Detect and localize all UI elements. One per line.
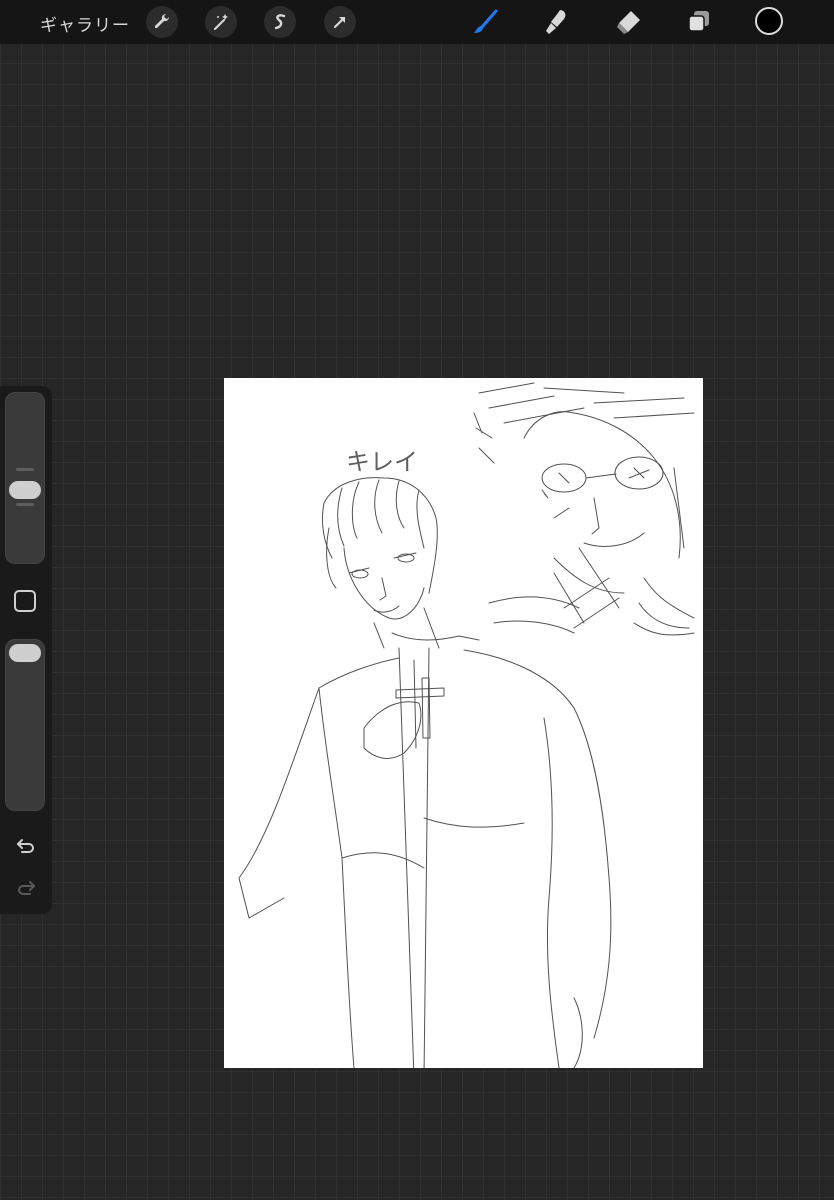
undo-icon <box>17 839 34 853</box>
sketch-handwritten-text: キレイ <box>346 448 418 476</box>
brush-icon <box>474 9 498 33</box>
selection-icon <box>274 14 286 30</box>
brush-size-slider[interactable] <box>5 392 45 564</box>
drawing-canvas[interactable]: キレイ <box>224 378 703 1068</box>
slider-tick <box>16 468 34 471</box>
adjustments-button[interactable] <box>205 6 237 38</box>
slider-tick <box>16 503 34 506</box>
magic-wand-icon <box>214 14 228 30</box>
procreate-app: ギャラリー キレイ <box>0 0 834 1200</box>
redo-button[interactable] <box>12 874 40 902</box>
left-sidebar <box>0 386 52 914</box>
gallery-button[interactable]: ギャラリー <box>40 11 130 36</box>
layers-icon <box>688 11 709 32</box>
modify-square-button[interactable] <box>14 590 36 612</box>
layers-button[interactable] <box>683 6 715 38</box>
brush-size-thumb[interactable] <box>9 481 41 499</box>
eraser-button[interactable] <box>612 6 644 38</box>
sketch-artwork: キレイ <box>238 382 695 1068</box>
top-toolbar: ギャラリー <box>0 0 834 44</box>
brush-button[interactable] <box>470 6 502 38</box>
transform-button[interactable] <box>324 6 356 38</box>
smudge-icon <box>546 10 566 34</box>
opacity-slider[interactable] <box>5 639 45 811</box>
smudge-button[interactable] <box>541 6 573 38</box>
transform-arrow-icon <box>333 16 346 29</box>
redo-icon <box>18 881 35 895</box>
opacity-thumb[interactable] <box>9 644 41 662</box>
eraser-icon <box>617 11 640 34</box>
wrench-icon <box>154 13 170 29</box>
undo-button[interactable] <box>12 832 40 860</box>
actions-wrench-button[interactable] <box>146 6 178 38</box>
color-picker-swatch[interactable] <box>755 7 783 35</box>
selection-button[interactable] <box>264 6 296 38</box>
